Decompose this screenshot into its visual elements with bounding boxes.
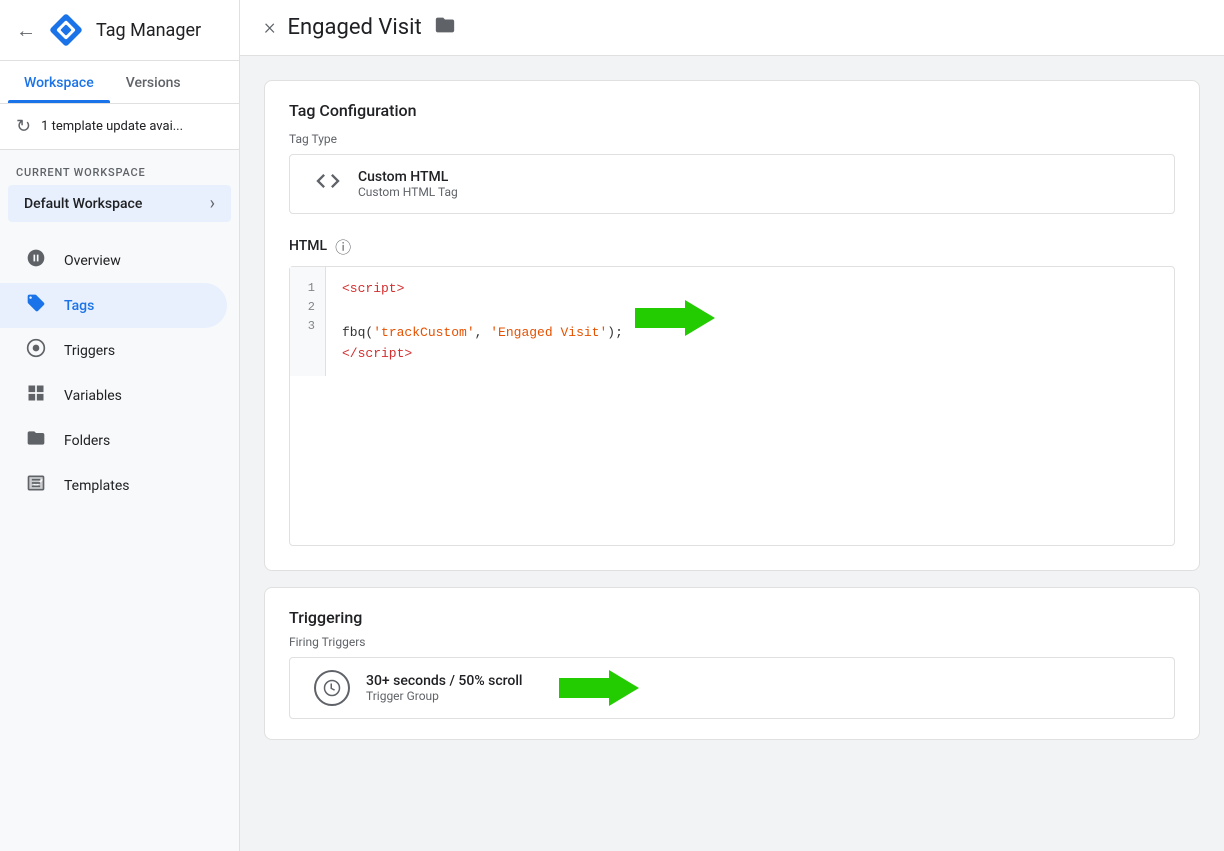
arrow-2 [559, 670, 639, 706]
code-line-2: fbq('trackCustom', 'Engaged Visit'); [342, 300, 1158, 344]
tag-type-row[interactable]: Custom HTML Custom HTML Tag [289, 154, 1175, 214]
sidebar-item-triggers[interactable]: Triggers [0, 328, 227, 373]
workspace-name: Default Workspace [24, 196, 142, 212]
update-icon: ↻ [16, 116, 31, 137]
tag-configuration-card: Tag Configuration Tag Type Custom HTML C… [264, 80, 1200, 571]
workspace-selector[interactable]: Default Workspace › [8, 185, 231, 222]
tab-versions[interactable]: Versions [110, 61, 197, 103]
triggering-card: Triggering Firing Triggers 30+ seconds /… [264, 587, 1200, 740]
sidebar-label-triggers: Triggers [64, 343, 115, 359]
green-arrow-2 [559, 670, 639, 706]
trigger-info: 30+ seconds / 50% scroll Trigger Group [366, 673, 523, 703]
detail-header: × Engaged Visit [240, 0, 1224, 56]
close-button[interactable]: × [264, 15, 276, 40]
tag-config-title: Tag Configuration [265, 81, 1199, 132]
app-title: Tag Manager [96, 20, 201, 41]
app-logo [48, 12, 84, 48]
triggering-title: Triggering [265, 588, 1199, 635]
sidebar-label-folders: Folders [64, 433, 110, 449]
folders-icon [24, 428, 48, 453]
sidebar-label-tags: Tags [64, 298, 94, 314]
variables-icon [24, 383, 48, 408]
type-name: Custom HTML [358, 169, 458, 185]
tag-type-label: Tag Type [265, 132, 1199, 154]
sidebar-header: ← Tag Manager [0, 0, 239, 61]
tab-workspace[interactable]: Workspace [8, 61, 110, 103]
trigger-type: Trigger Group [366, 689, 523, 703]
templates-icon [24, 473, 48, 498]
overview-icon [24, 248, 48, 273]
detail-title: Engaged Visit [288, 15, 422, 40]
current-workspace-label: CURRENT WORKSPACE [0, 150, 239, 185]
sidebar-tabs: Workspace Versions [0, 61, 239, 104]
arrow-1 [635, 300, 715, 336]
firing-label: Firing Triggers [265, 635, 1199, 657]
code-editor[interactable]: 1 2 3 <script> fbq('trackCustom', 'Engag… [289, 266, 1175, 546]
trigger-icon [314, 670, 350, 706]
sidebar-item-templates[interactable]: Templates [0, 463, 227, 508]
chevron-right-icon: › [210, 193, 215, 214]
sidebar-label-overview: Overview [64, 253, 121, 269]
code-content: <script> fbq('trackCustom', 'Engaged Vis… [326, 267, 1174, 376]
folder-icon [434, 14, 456, 41]
main-content: × Engaged Visit Tag Configuration Tag Ty… [240, 0, 1224, 851]
type-info: Custom HTML Custom HTML Tag [358, 169, 458, 199]
update-banner[interactable]: ↻ 1 template update avai... [0, 104, 239, 150]
html-label-row: HTML ⓘ [265, 234, 1199, 266]
html-label: HTML [289, 238, 327, 254]
code-brackets-icon [314, 167, 342, 201]
type-sub: Custom HTML Tag [358, 185, 458, 199]
trigger-row[interactable]: 30+ seconds / 50% scroll Trigger Group [289, 657, 1175, 719]
code-line-3: </script> [342, 344, 1158, 365]
trigger-name: 30+ seconds / 50% scroll [366, 673, 523, 689]
sidebar-item-variables[interactable]: Variables [0, 373, 227, 418]
code-line-1: <script> [342, 279, 1158, 300]
sidebar-label-templates: Templates [64, 478, 130, 494]
back-button[interactable]: ← [16, 18, 36, 43]
tags-icon [24, 293, 48, 318]
line-numbers: 1 2 3 [290, 267, 326, 376]
sidebar: ← Tag Manager Workspace Versions ↻ 1 tem… [0, 0, 240, 851]
green-arrow-1 [635, 300, 715, 336]
sidebar-label-variables: Variables [64, 388, 122, 404]
triggers-icon [24, 338, 48, 363]
update-text: 1 template update avai... [41, 119, 183, 134]
help-icon[interactable]: ⓘ [335, 234, 351, 258]
sidebar-item-overview[interactable]: Overview [0, 238, 227, 283]
nav-items: Overview Tags Triggers Variables [0, 230, 239, 516]
sidebar-item-folders[interactable]: Folders [0, 418, 227, 463]
detail-body: Tag Configuration Tag Type Custom HTML C… [240, 56, 1224, 851]
sidebar-item-tags[interactable]: Tags [0, 283, 227, 328]
